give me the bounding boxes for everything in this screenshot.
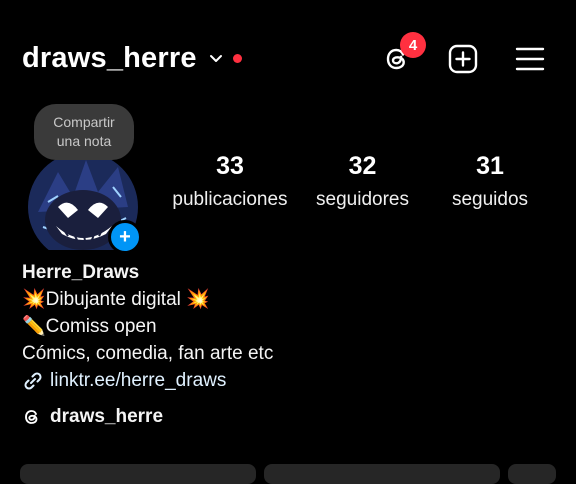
stat-posts[interactable]: 33 publicaciones: [160, 152, 300, 211]
top-bar: draws_herre 4: [0, 0, 576, 120]
account-switcher[interactable]: draws_herre: [22, 42, 242, 75]
add-story-button[interactable]: +: [108, 220, 142, 254]
link-icon: [24, 371, 42, 390]
note-line-1: Compartir: [53, 114, 115, 130]
threads-icon: [25, 410, 38, 424]
note-line-2: una nota: [56, 133, 112, 149]
hamburger-menu-icon: [515, 47, 545, 71]
create-button[interactable]: [446, 42, 480, 76]
stat-following[interactable]: 31 seguidos: [440, 152, 540, 211]
menu-button[interactable]: [513, 42, 547, 76]
bio-line-3: Cómics, comedia, fan arte etc: [22, 343, 274, 364]
threads-profile-link[interactable]: draws_herre: [22, 406, 163, 428]
stat-followers[interactable]: 32 seguidores: [305, 152, 420, 211]
plus-icon: +: [119, 225, 131, 248]
bio-line-1: 💥Dibujante digital 💥: [22, 289, 210, 310]
share-note-bubble[interactable]: Compartir una nota: [34, 104, 134, 160]
add-person-button[interactable]: [508, 464, 556, 484]
bio-link-text[interactable]: linktr.ee/herre_draws: [50, 367, 226, 394]
edit-profile-button[interactable]: [20, 464, 256, 484]
posts-count: 33: [216, 152, 244, 180]
profile-bio: Herre_Draws 💥Dibujante digital 💥 ✏️Comis…: [22, 259, 273, 394]
notification-dot: [232, 54, 242, 63]
share-profile-button[interactable]: [264, 464, 500, 484]
threads-handle[interactable]: draws_herre: [50, 406, 163, 428]
posts-label: publicaciones: [172, 189, 288, 210]
threads-badge: 4: [400, 32, 426, 58]
display-name: Herre_Draws: [22, 262, 140, 283]
username-title[interactable]: draws_herre: [22, 42, 197, 75]
add-square-icon: [448, 44, 478, 74]
bio-line-2: ✏️Comiss open: [22, 316, 157, 337]
followers-label: seguidores: [316, 189, 409, 210]
bio-link[interactable]: linktr.ee/herre_draws: [22, 367, 273, 394]
chevron-down-icon[interactable]: [209, 52, 223, 66]
followers-count: 32: [348, 152, 377, 180]
following-label: seguidos: [451, 189, 529, 210]
following-count: 31: [476, 152, 504, 180]
